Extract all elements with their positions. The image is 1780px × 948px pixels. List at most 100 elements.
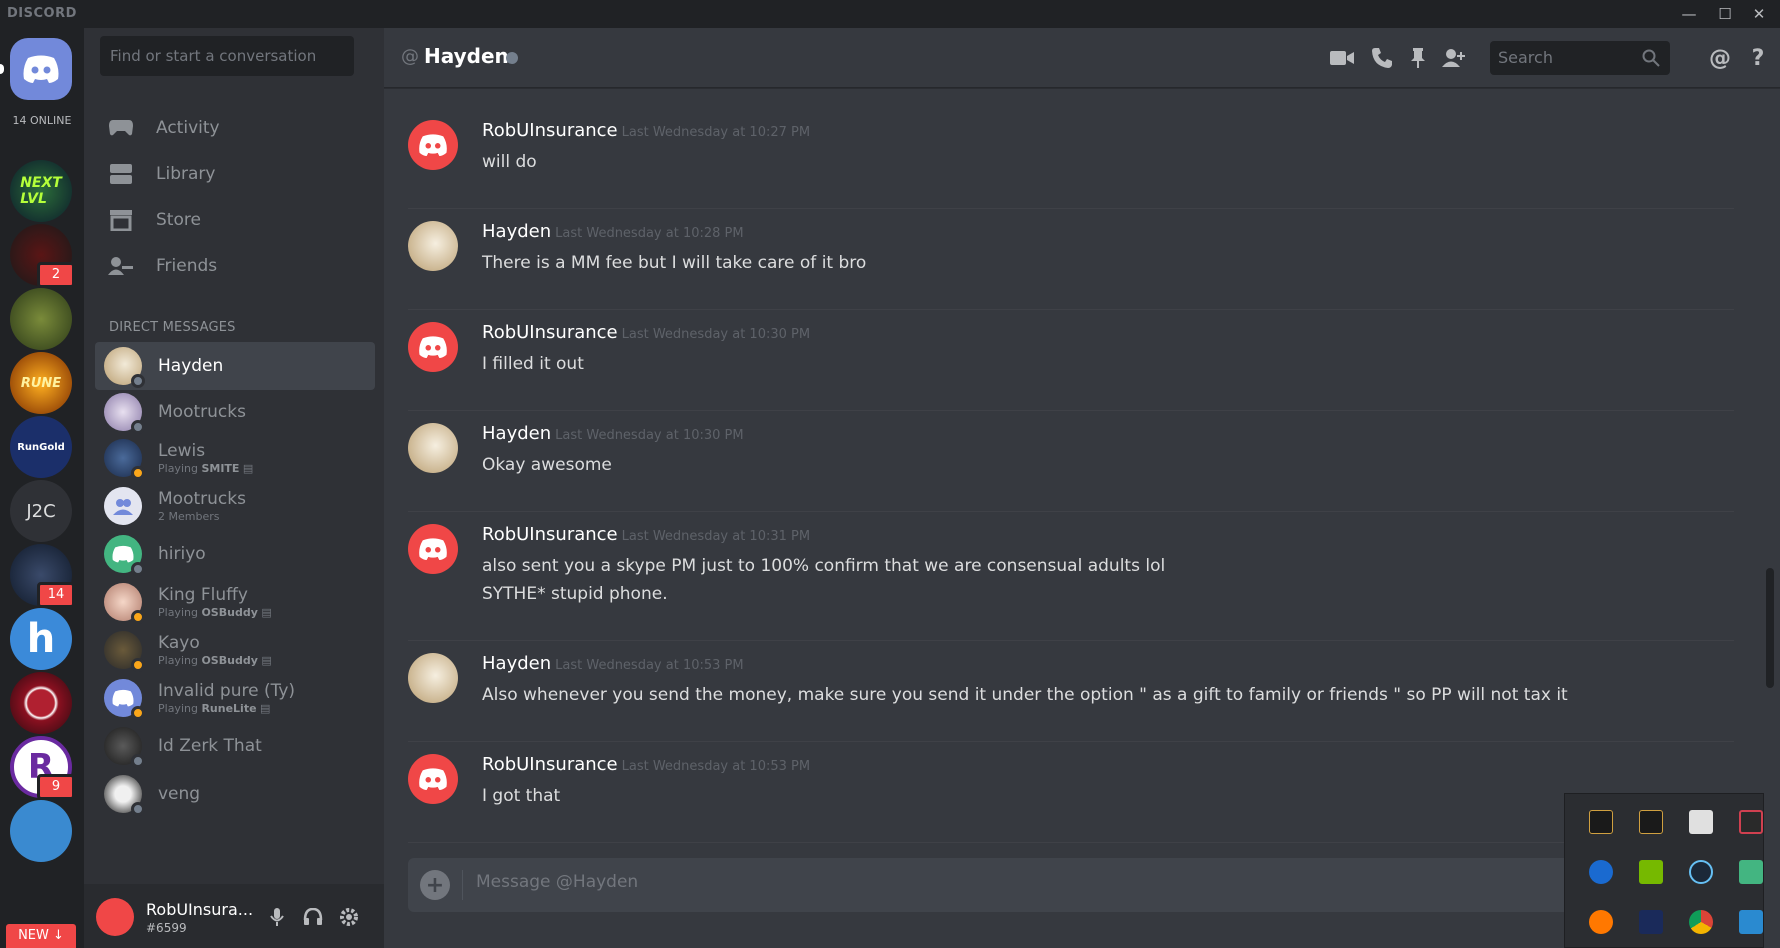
server-icon[interactable]: NEXT LVL	[10, 160, 72, 222]
library-icon	[106, 159, 136, 189]
bluetooth-icon[interactable]	[1589, 860, 1613, 884]
runelite-icon[interactable]	[1589, 810, 1613, 834]
message-author[interactable]: RobUInsurance	[482, 524, 618, 545]
server-icon[interactable]	[10, 288, 72, 350]
add-friend-icon[interactable]	[1440, 44, 1468, 72]
avatar	[104, 679, 145, 720]
close-icon[interactable]: ✕	[1748, 3, 1770, 25]
chat-header: @ Hayden Search @ ?	[384, 28, 1780, 88]
message-author[interactable]: RobUInsurance	[482, 754, 618, 775]
settings-gear-icon[interactable]	[336, 904, 362, 930]
message-text: Okay awesome	[482, 455, 612, 475]
dm-item[interactable]: Invalid pure (Ty) Playing RuneLite ▤	[95, 674, 375, 722]
app-icon[interactable]	[1639, 910, 1663, 934]
message-input[interactable]: Message @Hayden	[476, 872, 638, 892]
avatar[interactable]	[408, 322, 458, 372]
app-icon[interactable]	[1689, 810, 1713, 834]
video-call-icon[interactable]	[1328, 44, 1356, 72]
server-icon[interactable]: J2C	[10, 480, 72, 542]
status-indicator	[131, 420, 145, 434]
app-icon[interactable]	[1739, 910, 1763, 934]
microphone-icon[interactable]	[264, 904, 290, 930]
message-text: I filled it out	[482, 354, 584, 374]
status-indicator	[506, 52, 518, 64]
dm-item[interactable]: Mootrucks 2 Members	[95, 482, 375, 530]
message-timestamp: Last Wednesday at 10:53 PM	[555, 658, 744, 673]
nav-activity[interactable]: Activity	[106, 108, 220, 148]
avatar[interactable]	[408, 221, 458, 271]
message-author[interactable]: Hayden	[482, 423, 551, 444]
app-icon[interactable]	[1739, 860, 1763, 884]
group-icon	[104, 487, 142, 525]
avatar[interactable]	[408, 754, 458, 804]
message: RobUInsurance Last Wednesday at 10:53 PM …	[408, 754, 1734, 843]
avatar	[104, 631, 145, 672]
steam-icon[interactable]	[1689, 860, 1713, 884]
app-icon[interactable]	[1739, 810, 1763, 834]
message-author[interactable]: Hayden	[482, 653, 551, 674]
dm-item[interactable]: Kayo Playing OSBuddy ▤	[95, 626, 375, 674]
minimize-icon[interactable]: —	[1678, 3, 1700, 25]
mentions-icon[interactable]: @	[1706, 44, 1734, 72]
status-indicator	[131, 610, 145, 624]
server-icon[interactable]	[10, 800, 72, 862]
status-indicator	[131, 658, 145, 672]
avatar	[104, 393, 145, 434]
headphones-icon[interactable]	[300, 904, 326, 930]
server-icon[interactable]	[10, 672, 72, 734]
status-indicator	[131, 466, 145, 480]
status-indicator	[131, 562, 145, 576]
maximize-icon[interactable]: ☐	[1714, 3, 1736, 25]
server-icon[interactable]: RUNE	[10, 352, 72, 414]
discord-logo-icon	[10, 38, 72, 100]
server-icon[interactable]: 14	[10, 544, 75, 608]
online-count: 14 ONLINE	[12, 114, 72, 127]
message-timestamp: Last Wednesday at 10:53 PM	[621, 759, 811, 774]
runelite-icon[interactable]	[1639, 810, 1663, 834]
user-avatar[interactable]	[96, 898, 134, 936]
voice-call-icon[interactable]	[1368, 44, 1396, 72]
dm-item[interactable]: King Fluffy Playing OSBuddy ▤	[95, 578, 375, 626]
upload-plus-icon[interactable]: +	[420, 870, 450, 900]
nav-friends[interactable]: Friends	[106, 246, 217, 286]
avatar	[104, 583, 145, 624]
message-author[interactable]: RobUInsurance	[482, 322, 618, 343]
dm-item[interactable]: Id Zerk That	[95, 722, 375, 770]
avatar	[104, 727, 145, 768]
dm-item[interactable]: Lewis Playing SMITE ▤	[95, 434, 375, 482]
dm-header: DIRECT MESSAGES	[109, 320, 236, 335]
dm-item[interactable]: veng	[95, 770, 375, 818]
dm-item[interactable]: Hayden	[95, 342, 375, 390]
avatar[interactable]	[408, 120, 458, 170]
message-author[interactable]: Hayden	[482, 221, 551, 242]
status-indicator	[131, 802, 145, 816]
server-icon[interactable]: RunGold	[10, 416, 72, 478]
avatar	[104, 535, 145, 576]
message: RobUInsurance Last Wednesday at 10:27 PM …	[408, 120, 1734, 209]
avatar[interactable]	[408, 423, 458, 473]
server-icon[interactable]: 2	[10, 224, 75, 288]
avatar[interactable]	[408, 524, 458, 574]
scrollbar[interactable]	[1766, 568, 1774, 688]
find-conversation-input[interactable]: Find or start a conversation	[100, 36, 354, 76]
store-icon	[106, 205, 136, 235]
dm-item[interactable]: hiriyo	[95, 530, 375, 578]
message-text: I got that	[482, 786, 561, 806]
pin-icon[interactable]	[1404, 44, 1432, 72]
nav-store[interactable]: Store	[106, 200, 201, 240]
dm-item[interactable]: Mootrucks	[95, 388, 375, 436]
server-icon[interactable]: R 9	[10, 736, 75, 800]
help-icon[interactable]: ?	[1744, 44, 1772, 72]
message-timestamp: Last Wednesday at 10:30 PM	[555, 428, 744, 443]
home-button[interactable]	[0, 38, 72, 100]
message: RobUInsurance Last Wednesday at 10:31 PM …	[408, 524, 1734, 641]
avatar[interactable]	[408, 653, 458, 703]
message-author[interactable]: RobUInsurance	[482, 120, 618, 141]
nav-library[interactable]: Library	[106, 154, 215, 194]
nvidia-icon[interactable]	[1639, 860, 1663, 884]
server-icon[interactable]: h	[10, 608, 72, 670]
chrome-icon[interactable]	[1689, 910, 1713, 934]
avast-icon[interactable]	[1589, 910, 1613, 934]
message-timestamp: Last Wednesday at 10:30 PM	[621, 327, 811, 342]
new-unreads-button[interactable]: NEW ↓	[6, 924, 76, 948]
